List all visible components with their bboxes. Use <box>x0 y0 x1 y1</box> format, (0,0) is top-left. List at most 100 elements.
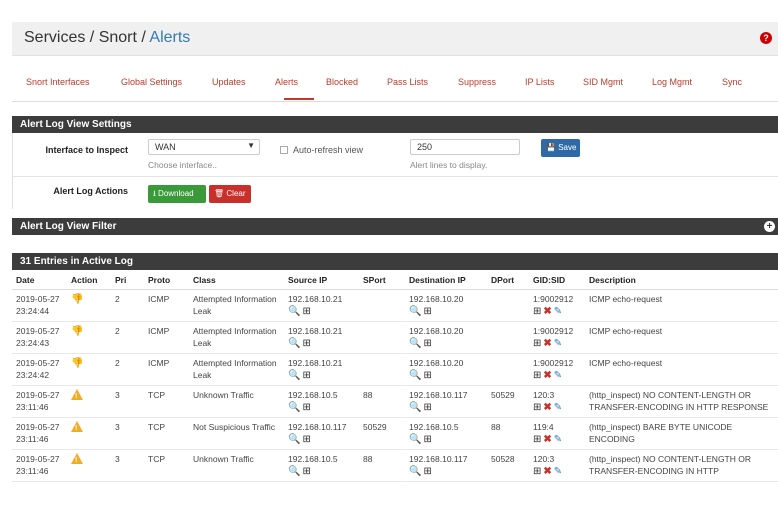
cell-pri: 3 <box>111 417 144 450</box>
plus-square-icon[interactable]: ⊞ <box>423 402 431 414</box>
time-text: 23:11:46 <box>16 465 49 476</box>
col-sport[interactable]: SPort <box>359 271 405 290</box>
time-text: 23:24:43 <box>16 337 50 348</box>
tab-snort-interfaces[interactable]: Snort Interfaces <box>26 77 90 87</box>
actions-label: Alert Log Actions <box>53 186 128 196</box>
edit-icon[interactable]: ✎ <box>554 370 562 382</box>
alert-lines-input[interactable]: 250 <box>410 139 520 155</box>
cell-class: Not Suspicious Traffic <box>189 417 284 450</box>
plus-square-icon[interactable]: ⊞ <box>423 434 431 446</box>
search-icon[interactable]: 🔍 <box>409 370 421 382</box>
close-icon[interactable]: ✖ <box>543 466 551 478</box>
cell-date: 2019-05-27 23:24:44 <box>12 289 67 322</box>
search-icon[interactable]: 🔍 <box>288 434 300 446</box>
cell-action: ! <box>67 449 111 482</box>
col-pri[interactable]: Pri <box>111 271 144 290</box>
cell-dport <box>487 353 529 386</box>
close-icon[interactable]: ✖ <box>543 306 551 318</box>
tab-sid-mgmt[interactable]: SID Mgmt <box>583 77 623 87</box>
plus-square-icon[interactable]: ⊞ <box>533 370 541 382</box>
plus-square-icon[interactable]: ⊞ <box>302 370 310 382</box>
breadcrumb-alerts[interactable]: Alerts <box>149 29 190 46</box>
search-icon[interactable]: 🔍 <box>409 466 421 478</box>
plus-square-icon[interactable]: ⊞ <box>533 402 541 414</box>
warning-icon: ! <box>71 388 83 400</box>
save-button[interactable]: 💾 Save <box>541 139 580 157</box>
plus-square-icon[interactable]: ⊞ <box>302 434 310 446</box>
tab-ip-lists[interactable]: IP Lists <box>525 77 554 87</box>
search-icon[interactable]: 🔍 <box>288 402 300 414</box>
col-date[interactable]: Date <box>12 271 67 290</box>
col-description[interactable]: Description <box>585 271 778 290</box>
col-dport[interactable]: DPort <box>487 271 529 290</box>
close-icon[interactable]: ✖ <box>543 370 551 382</box>
question-circle-icon[interactable]: ? <box>760 32 772 44</box>
plus-square-icon[interactable]: ⊞ <box>423 466 431 478</box>
cell-gid-sid: 119:4 ⊞ ✖ ✎ <box>529 417 585 450</box>
cell-date: 2019-05-27 23:11:46 <box>12 417 67 450</box>
col-source-ip[interactable]: Source IP <box>284 271 359 290</box>
plus-square-icon[interactable]: ⊞ <box>302 402 310 414</box>
search-icon[interactable]: 🔍 <box>409 338 421 350</box>
plus-square-icon[interactable]: ⊞ <box>302 306 310 318</box>
search-icon[interactable]: 🔍 <box>288 466 300 478</box>
col-action[interactable]: Action <box>67 271 111 290</box>
tab-global-settings[interactable]: Global Settings <box>121 77 182 87</box>
edit-icon[interactable]: ✎ <box>554 434 562 446</box>
tab-log-mgmt[interactable]: Log Mgmt <box>652 77 692 87</box>
plus-square-icon[interactable]: ⊞ <box>423 338 431 350</box>
edit-icon[interactable]: ✎ <box>554 306 562 318</box>
col-class[interactable]: Class <box>189 271 284 290</box>
download-button[interactable]: ⭳ Download <box>148 185 206 203</box>
auto-refresh-checkbox[interactable] <box>280 146 288 154</box>
log-panel-header: 31 Entries in Active Log <box>12 253 778 270</box>
date-text: 2019-05-27 <box>16 293 60 304</box>
cell-pri: 2 <box>111 353 144 386</box>
plus-square-icon[interactable]: ⊞ <box>302 466 310 478</box>
plus-square-icon[interactable]: ⊞ <box>423 306 431 318</box>
cell-dport: 50529 <box>487 385 529 418</box>
cell-destination-ip: 192.168.10.20 🔍 ⊞ <box>405 289 487 322</box>
breadcrumb-snort[interactable]: Snort <box>99 29 137 46</box>
tab-blocked[interactable]: Blocked <box>326 77 358 87</box>
col-gid-sid[interactable]: GID:SID <box>529 271 585 290</box>
col-destination-ip[interactable]: Destination IP <box>405 271 487 290</box>
search-icon[interactable]: 🔍 <box>288 306 300 318</box>
cell-proto: ICMP <box>144 321 189 354</box>
plus-square-icon[interactable]: ⊞ <box>423 370 431 382</box>
tab-alerts[interactable]: Alerts <box>275 77 298 87</box>
tab-pass-lists[interactable]: Pass Lists <box>387 77 428 87</box>
search-icon[interactable]: 🔍 <box>409 402 421 414</box>
filter-panel-header[interactable]: Alert Log View Filter + <box>12 218 778 235</box>
tab-updates[interactable]: Updates <box>212 77 246 87</box>
cell-action: ! <box>67 417 111 450</box>
download-icon: ⭳ <box>153 189 156 198</box>
breadcrumb-services[interactable]: Services <box>24 29 85 46</box>
search-icon[interactable]: 🔍 <box>288 370 300 382</box>
close-icon[interactable]: ✖ <box>543 402 551 414</box>
plus-square-icon[interactable]: ⊞ <box>533 338 541 350</box>
col-proto[interactable]: Proto <box>144 271 189 290</box>
cell-date: 2019-05-27 23:24:43 <box>12 321 67 354</box>
cell-class: Attempted Information Leak <box>189 289 284 322</box>
plus-square-icon[interactable]: ⊞ <box>302 338 310 350</box>
edit-icon[interactable]: ✎ <box>554 402 562 414</box>
tab-suppress[interactable]: Suppress <box>458 77 496 87</box>
interface-select[interactable]: WAN ▼ <box>148 139 260 155</box>
edit-icon[interactable]: ✎ <box>554 466 562 478</box>
close-icon[interactable]: ✖ <box>543 338 551 350</box>
plus-square-icon[interactable]: ⊞ <box>533 306 541 318</box>
cell-description: ICMP echo-request <box>585 321 778 354</box>
search-icon[interactable]: 🔍 <box>409 306 421 318</box>
tab-sync[interactable]: Sync <box>722 77 742 87</box>
interface-label: Interface to Inspect <box>45 145 128 155</box>
search-icon[interactable]: 🔍 <box>288 338 300 350</box>
close-icon[interactable]: ✖ <box>543 434 551 446</box>
cell-source-ip: 192.168.10.5 🔍 ⊞ <box>284 449 359 482</box>
edit-icon[interactable]: ✎ <box>554 338 562 350</box>
plus-circle-icon[interactable]: + <box>764 221 775 232</box>
plus-square-icon[interactable]: ⊞ <box>533 434 541 446</box>
search-icon[interactable]: 🔍 <box>409 434 421 446</box>
plus-square-icon[interactable]: ⊞ <box>533 466 541 478</box>
clear-button[interactable]: 🗑 Clear <box>209 185 251 203</box>
